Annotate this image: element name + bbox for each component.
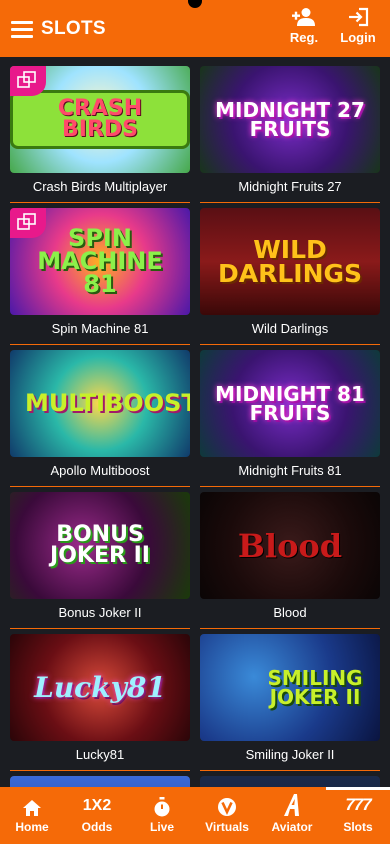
odds-icon: 1X2 (82, 797, 112, 814)
game-thumbnail[interactable]: MIDNIGHT 27 FRUITS (200, 66, 380, 173)
game-title: Lucky81 (75, 747, 125, 762)
nav-label: Home (15, 820, 49, 834)
stopwatch-icon (154, 797, 170, 817)
game-art-text: Blood (237, 526, 343, 565)
game-title: Crash Birds Multiplayer (32, 179, 168, 194)
divider (10, 486, 190, 487)
game-art-text: MIDNIGHT 81 FRUITS (215, 381, 365, 425)
game-title: Midnight Fruits 81 (238, 463, 342, 478)
game-art-text: BONUS JOKER II (50, 521, 150, 568)
divider (10, 344, 190, 345)
game-art-text: CRASH birds (57, 95, 143, 142)
divider (10, 202, 190, 203)
login-label: Login (340, 30, 376, 45)
register-button[interactable]: Reg. (279, 7, 329, 45)
game-title: Spin Machine 81 (51, 321, 149, 336)
nav-label: Virtuals (205, 820, 249, 834)
nav-label: Slots (343, 820, 373, 834)
demo-badge (10, 208, 46, 238)
slots-icon: 777 (345, 795, 371, 814)
add-user-icon (292, 8, 315, 26)
game-thumbnail[interactable]: WILD DARLINGS (200, 208, 380, 315)
divider (200, 770, 380, 771)
top-bar: SLOTS Reg. Login (0, 0, 390, 57)
game-title: Midnight Fruits 27 (238, 179, 342, 194)
game-title: Blood (273, 605, 307, 620)
game-tile[interactable]: Smiling JOKER II Smiling Joker II (200, 634, 380, 771)
game-title: Apollo Multiboost (50, 463, 150, 478)
game-thumbnail[interactable]: CRASH birds (10, 66, 190, 173)
nav-slots[interactable]: 777 Slots (326, 787, 390, 844)
page-title: SLOTS (41, 18, 106, 39)
divider (200, 344, 380, 345)
game-tile[interactable]: SPIN MACHINE 81 Spin Machine 81 (10, 208, 190, 345)
divider (10, 628, 190, 629)
nav-virtuals[interactable]: Virtuals (195, 787, 259, 844)
game-title: Wild Darlings (251, 321, 329, 336)
divider (200, 202, 380, 203)
game-title: Bonus Joker II (58, 605, 142, 620)
game-thumbnail[interactable]: Blood (200, 492, 380, 599)
register-label: Reg. (289, 30, 319, 45)
game-tile[interactable]: MIDNIGHT 27 FRUITS Midnight Fruits 27 (200, 66, 380, 203)
game-thumbnail[interactable]: SPIN MACHINE 81 (10, 208, 190, 315)
demo-play-icon (17, 71, 36, 88)
divider (200, 486, 380, 487)
game-thumbnail[interactable]: BONUS JOKER II (10, 492, 190, 599)
nav-label: Live (149, 820, 174, 834)
game-thumbnail[interactable]: MIDNIGHT 81 FRUITS (200, 350, 380, 457)
game-tile[interactable]: Blood Blood (200, 492, 380, 629)
game-title: Smiling Joker II (245, 747, 335, 762)
game-tile[interactable]: BONUS JOKER II Bonus Joker II (10, 492, 190, 629)
demo-play-icon (17, 213, 36, 230)
demo-badge (10, 66, 46, 96)
home-icon (23, 800, 41, 816)
game-tile[interactable]: WILD DARLINGS Wild Darlings (200, 208, 380, 345)
nav-label: Odds (81, 820, 113, 834)
virtuals-icon (218, 798, 236, 816)
divider (10, 770, 190, 771)
login-button[interactable]: Login (333, 7, 383, 45)
nav-label: Aviator (271, 820, 313, 834)
game-tile[interactable]: MULTIBOOST Apollo Multiboost (10, 350, 190, 487)
game-art-text: SPIN MACHINE 81 (37, 224, 163, 298)
game-thumbnail[interactable]: MULTIBOOST (10, 350, 190, 457)
hamburger-menu-icon[interactable] (11, 21, 33, 38)
game-art-text: Smiling JOKER II (267, 665, 363, 709)
game-tile[interactable]: CRASH birds Crash Birds Multiplayer (10, 66, 190, 203)
camera-notch (188, 0, 202, 8)
game-art-text: WILD DARLINGS (217, 234, 363, 288)
game-art-text: MULTIBOOST (25, 389, 190, 418)
aviator-icon (284, 794, 299, 816)
nav-odds[interactable]: 1X2 Odds (65, 787, 129, 844)
game-art-text: Lucky81 (34, 671, 166, 704)
game-tile[interactable]: Lucky81 Lucky81 (10, 634, 190, 771)
divider (200, 628, 380, 629)
game-thumbnail[interactable]: Smiling JOKER II (200, 634, 380, 741)
game-thumbnail[interactable]: Lucky81 (10, 634, 190, 741)
login-icon (349, 7, 369, 27)
bottom-navigation: Home 1X2 Odds Live Virtuals Aviator 777 … (0, 787, 390, 844)
nav-live[interactable]: Live (130, 787, 194, 844)
game-tile[interactable]: MIDNIGHT 81 FRUITS Midnight Fruits 81 (200, 350, 380, 487)
nav-home[interactable]: Home (0, 787, 64, 844)
game-art-text: MIDNIGHT 27 FRUITS (215, 97, 365, 141)
nav-aviator[interactable]: Aviator (260, 787, 324, 844)
